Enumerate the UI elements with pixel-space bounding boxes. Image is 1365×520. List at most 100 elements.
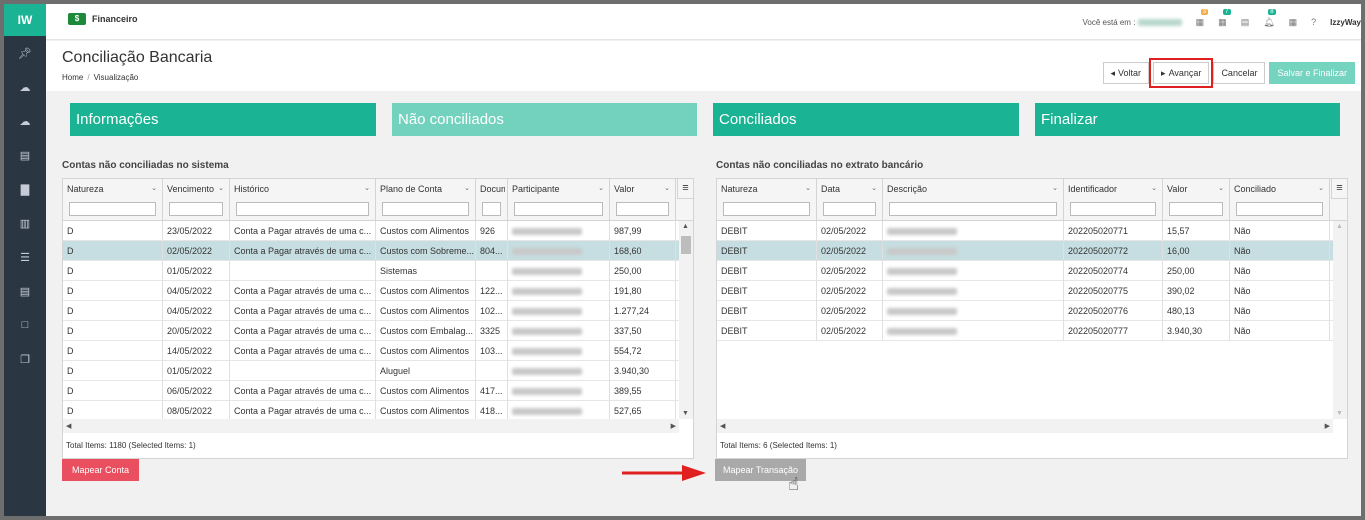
col-identificador[interactable]: Identificador ⌄: [1064, 179, 1163, 221]
col-valor[interactable]: Valor ⌄: [610, 179, 676, 221]
grid-footer: Total Items: 1180 (Selected Items: 1): [66, 441, 196, 450]
card-icon[interactable]: ▤: [4, 138, 46, 172]
step-finalizar[interactable]: Finalizar: [1035, 103, 1340, 136]
filter-identificador[interactable]: [1070, 202, 1156, 216]
col-conciliado[interactable]: Conciliado ⌄: [1230, 179, 1330, 221]
table-cell: Conta a Pagar através de uma c...: [230, 301, 376, 321]
list-icon[interactable]: ☰: [4, 240, 46, 274]
table-cell: DEBIT: [717, 281, 817, 301]
col-participante[interactable]: Participante ⌄: [508, 179, 610, 221]
col-natureza[interactable]: Natureza ⌄: [717, 179, 817, 221]
col-plano-conta[interactable]: Plano de Conta ⌄: [376, 179, 476, 221]
table-row[interactable]: D 01/05/2022 Aluguel 3.940,30: [63, 361, 679, 381]
table-row[interactable]: D 23/05/2022 Conta a Pagar através de uma …: [63, 221, 679, 241]
table-cell: Conta a Pagar através de uma c...: [230, 221, 376, 241]
col-descricao[interactable]: Descrição ⌄: [883, 179, 1064, 221]
table-cell: Não: [1230, 241, 1330, 261]
mapear-conta-button[interactable]: Mapear Conta: [62, 459, 140, 481]
pin-icon[interactable]: 📌︎: [4, 36, 46, 70]
table-row[interactable]: D 04/05/2022 Conta a Pagar através de uma …: [63, 301, 679, 321]
table-row[interactable]: D 02/05/2022 Conta a Pagar através de uma …: [63, 241, 679, 261]
hand-cursor-icon: ☝︎: [788, 474, 799, 494]
scroll-left-icon[interactable]: ◀: [66, 422, 71, 430]
breadcrumb-home[interactable]: Home: [62, 73, 83, 82]
filter-natureza[interactable]: [723, 202, 810, 216]
boxes-icon[interactable]: ▦ 3: [1196, 8, 1208, 28]
col-documento[interactable]: Documento: [476, 179, 508, 221]
app-logo[interactable]: IW: [4, 4, 46, 36]
table-cell: Custos com Alimentos: [376, 301, 476, 321]
table-row[interactable]: DEBIT 02/05/2022 202205020771 15,57 Não: [717, 221, 1333, 241]
book-icon[interactable]: ▥: [4, 206, 46, 240]
document-icon[interactable]: □: [4, 308, 46, 342]
user-name[interactable]: IzzyWay: [1330, 18, 1361, 27]
cloud-upload-icon[interactable]: ☁: [4, 70, 46, 104]
scroll-right-icon[interactable]: ▶: [1325, 422, 1330, 430]
scroll-down-icon[interactable]: ▼: [1336, 410, 1343, 417]
filter-data[interactable]: [823, 202, 876, 216]
filter-valor[interactable]: [616, 202, 669, 216]
table-row[interactable]: D 20/05/2022 Conta a Pagar através de uma …: [63, 321, 679, 341]
scroll-up-icon[interactable]: ▲: [682, 223, 689, 230]
col-natureza[interactable]: Natureza ⌄: [63, 179, 163, 221]
card-icon[interactable]: ▤: [4, 274, 46, 308]
voltar-button[interactable]: ◂ Voltar: [1102, 62, 1150, 84]
scroll-right-icon[interactable]: ▶: [671, 422, 676, 430]
table-row[interactable]: D 04/05/2022 Conta a Pagar através de uma …: [63, 281, 679, 301]
copy-icon[interactable]: ❐: [4, 342, 46, 376]
horizontal-scrollbar[interactable]: ◀ ▶: [717, 419, 1333, 433]
vertical-scrollbar[interactable]: ▲ ▼: [679, 221, 693, 419]
vertical-scrollbar[interactable]: ▲ ▼: [1333, 221, 1347, 419]
scroll-thumb[interactable]: [681, 236, 691, 254]
redacted-text: [512, 348, 582, 356]
left-grid-title: Contas não conciliadas no sistema: [62, 160, 229, 171]
bar-chart-icon[interactable]: ▇: [4, 172, 46, 206]
table-row[interactable]: D 06/05/2022 Conta a Pagar através de uma …: [63, 381, 679, 401]
module-brand[interactable]: $ Financeiro: [68, 13, 138, 25]
table-row[interactable]: DEBIT 02/05/2022 202205020774 250,00 Não: [717, 261, 1333, 281]
scroll-down-icon[interactable]: ▼: [682, 410, 689, 417]
grid-icon[interactable]: ▦ 7: [1218, 8, 1231, 28]
filter-participante[interactable]: [514, 202, 603, 216]
table-row[interactable]: D 14/05/2022 Conta a Pagar através de uma …: [63, 341, 679, 361]
table-row[interactable]: DEBIT 02/05/2022 202205020776 480,13 Não: [717, 301, 1333, 321]
table-cell: 23/05/2022: [163, 221, 230, 241]
step-informacoes[interactable]: Informações: [70, 103, 376, 136]
col-vencimento[interactable]: Vencimento ⌄: [163, 179, 230, 221]
step-conciliados[interactable]: Conciliados: [713, 103, 1019, 136]
avancar-button[interactable]: ▸ Avançar: [1149, 58, 1214, 88]
col-valor[interactable]: Valor ⌄: [1163, 179, 1230, 221]
filter-natureza[interactable]: [69, 202, 156, 216]
horizontal-scrollbar[interactable]: ◀ ▶: [63, 419, 679, 433]
scroll-up-icon[interactable]: ▲: [1336, 223, 1343, 230]
table-row[interactable]: D 08/05/2022 Conta a Pagar através de uma …: [63, 401, 679, 421]
table-cell: Não: [1230, 301, 1330, 321]
filter-plano-conta[interactable]: [382, 202, 469, 216]
col-data[interactable]: Data ⌄: [817, 179, 883, 221]
bell-icon[interactable]: 🔔︎ 8: [1263, 8, 1276, 28]
step-nao-conciliados[interactable]: Não conciliados: [392, 103, 697, 136]
salvar-finalizar-button[interactable]: Salvar e Finalizar: [1269, 62, 1355, 84]
redacted-text: [887, 228, 957, 236]
grid-menu-icon[interactable]: ≡: [677, 179, 693, 199]
table-cell: Conta a Pagar através de uma c...: [230, 321, 376, 341]
filter-historico[interactable]: [236, 202, 369, 216]
table-row[interactable]: DEBIT 02/05/2022 202205020777 3.940,30 Não: [717, 321, 1333, 341]
col-historico[interactable]: Histórico ⌄: [230, 179, 376, 221]
table-row[interactable]: D 01/05/2022 Sistemas 250,00: [63, 261, 679, 281]
cancelar-button[interactable]: Cancelar: [1213, 62, 1266, 84]
calendar-icon[interactable]: ▦: [1289, 17, 1298, 28]
filter-vencimento[interactable]: [169, 202, 223, 216]
filter-documento[interactable]: [482, 202, 501, 216]
scroll-left-icon[interactable]: ◀: [720, 422, 725, 430]
help-icon[interactable]: ?: [1311, 17, 1316, 27]
table-cell: 102...: [476, 301, 508, 321]
filter-descricao[interactable]: [889, 202, 1057, 216]
table-row[interactable]: DEBIT 02/05/2022 202205020772 16,00 Não: [717, 241, 1333, 261]
filter-conciliado[interactable]: [1236, 202, 1323, 216]
table-row[interactable]: DEBIT 02/05/2022 202205020775 390,02 Não: [717, 281, 1333, 301]
grid-menu-icon[interactable]: ≡: [1331, 179, 1347, 199]
filter-valor[interactable]: [1169, 202, 1223, 216]
cloud-upload-icon[interactable]: ☁: [4, 104, 46, 138]
card-icon[interactable]: ▤: [1241, 17, 1250, 28]
